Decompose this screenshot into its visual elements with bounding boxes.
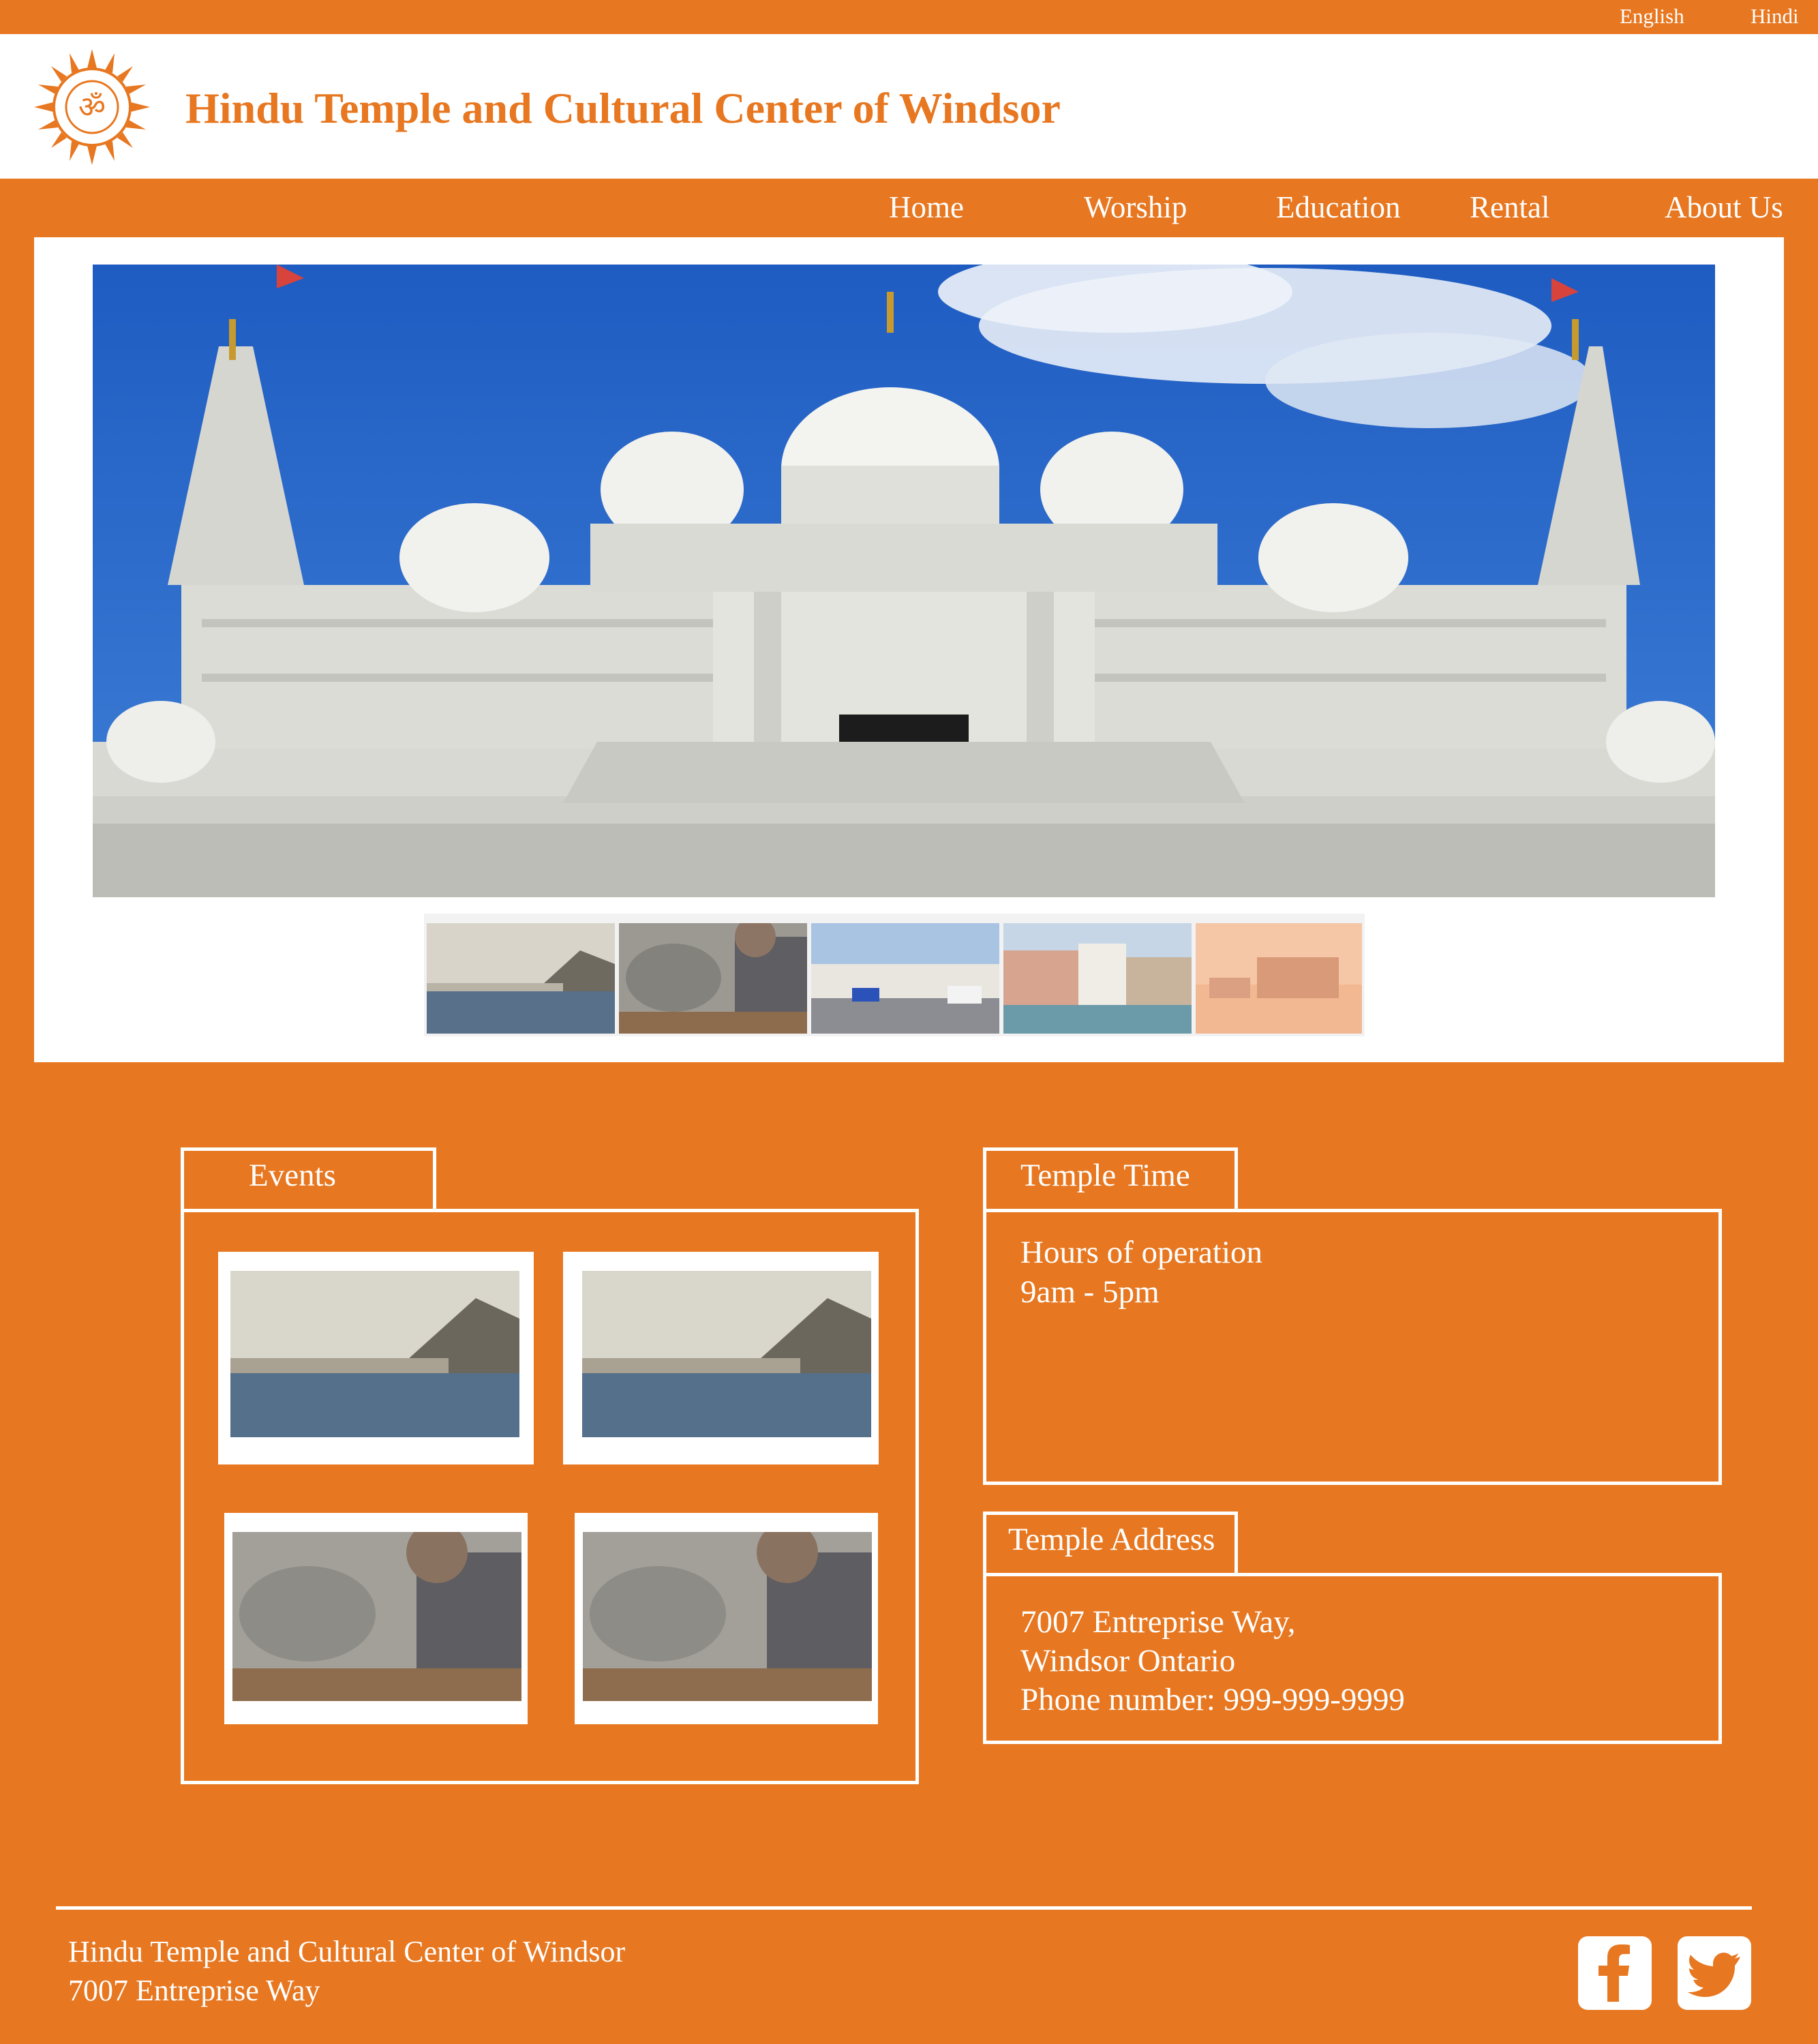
thumbnail-harbor-street[interactable] xyxy=(811,923,999,1034)
address-phone: Phone number: 999-999-9999 xyxy=(1020,1682,1405,1717)
footer-org-name: Hindu Temple and Cultural Center of Wind… xyxy=(68,1935,626,1968)
event-card-2[interactable] xyxy=(563,1252,879,1464)
temple-time-title: Temple Time xyxy=(1020,1158,1190,1193)
thumbnail-person-laptop[interactable] xyxy=(619,923,807,1034)
event-image-4 xyxy=(583,1532,872,1701)
events-title: Events xyxy=(249,1158,336,1193)
site-title[interactable]: Hindu Temple and Cultural Center of Wind… xyxy=(185,83,1061,134)
language-hindi-link[interactable]: Hindi xyxy=(1751,4,1799,29)
language-bar xyxy=(0,0,1818,34)
language-english-link[interactable]: English xyxy=(1620,4,1684,29)
event-image-2 xyxy=(582,1271,871,1437)
footer-divider xyxy=(56,1906,1752,1910)
svg-text:ॐ: ॐ xyxy=(78,90,106,125)
twitter-icon[interactable] xyxy=(1678,1936,1751,2010)
thumbnail-venice-canal[interactable] xyxy=(1003,923,1192,1034)
temple-address-title: Temple Address xyxy=(1008,1522,1215,1557)
nav-home[interactable]: Home xyxy=(889,190,964,225)
event-image-3 xyxy=(232,1532,521,1701)
nav-rental[interactable]: Rental xyxy=(1470,190,1549,225)
facebook-icon[interactable] xyxy=(1578,1936,1652,2010)
footer-address: 7007 Entreprise Way xyxy=(68,1974,320,2007)
hours-label: Hours of operation xyxy=(1020,1235,1263,1270)
nav-about-us[interactable]: About Us xyxy=(1665,190,1783,225)
nav-education[interactable]: Education xyxy=(1276,190,1400,225)
address-city: Windsor Ontario xyxy=(1020,1643,1236,1679)
thumbnail-lake-city[interactable] xyxy=(427,923,615,1034)
hero-temple-image xyxy=(93,265,1715,897)
om-sun-logo-icon[interactable]: ॐ xyxy=(34,49,150,165)
hours-value: 9am - 5pm xyxy=(1020,1274,1160,1310)
event-card-1[interactable] xyxy=(218,1252,534,1464)
event-card-3[interactable] xyxy=(224,1513,528,1724)
event-image-1 xyxy=(230,1271,519,1437)
address-street: 7007 Entreprise Way, xyxy=(1020,1604,1296,1640)
thumbnail-desert-ruins[interactable] xyxy=(1196,923,1362,1034)
event-card-4[interactable] xyxy=(575,1513,878,1724)
nav-worship[interactable]: Worship xyxy=(1084,190,1187,225)
